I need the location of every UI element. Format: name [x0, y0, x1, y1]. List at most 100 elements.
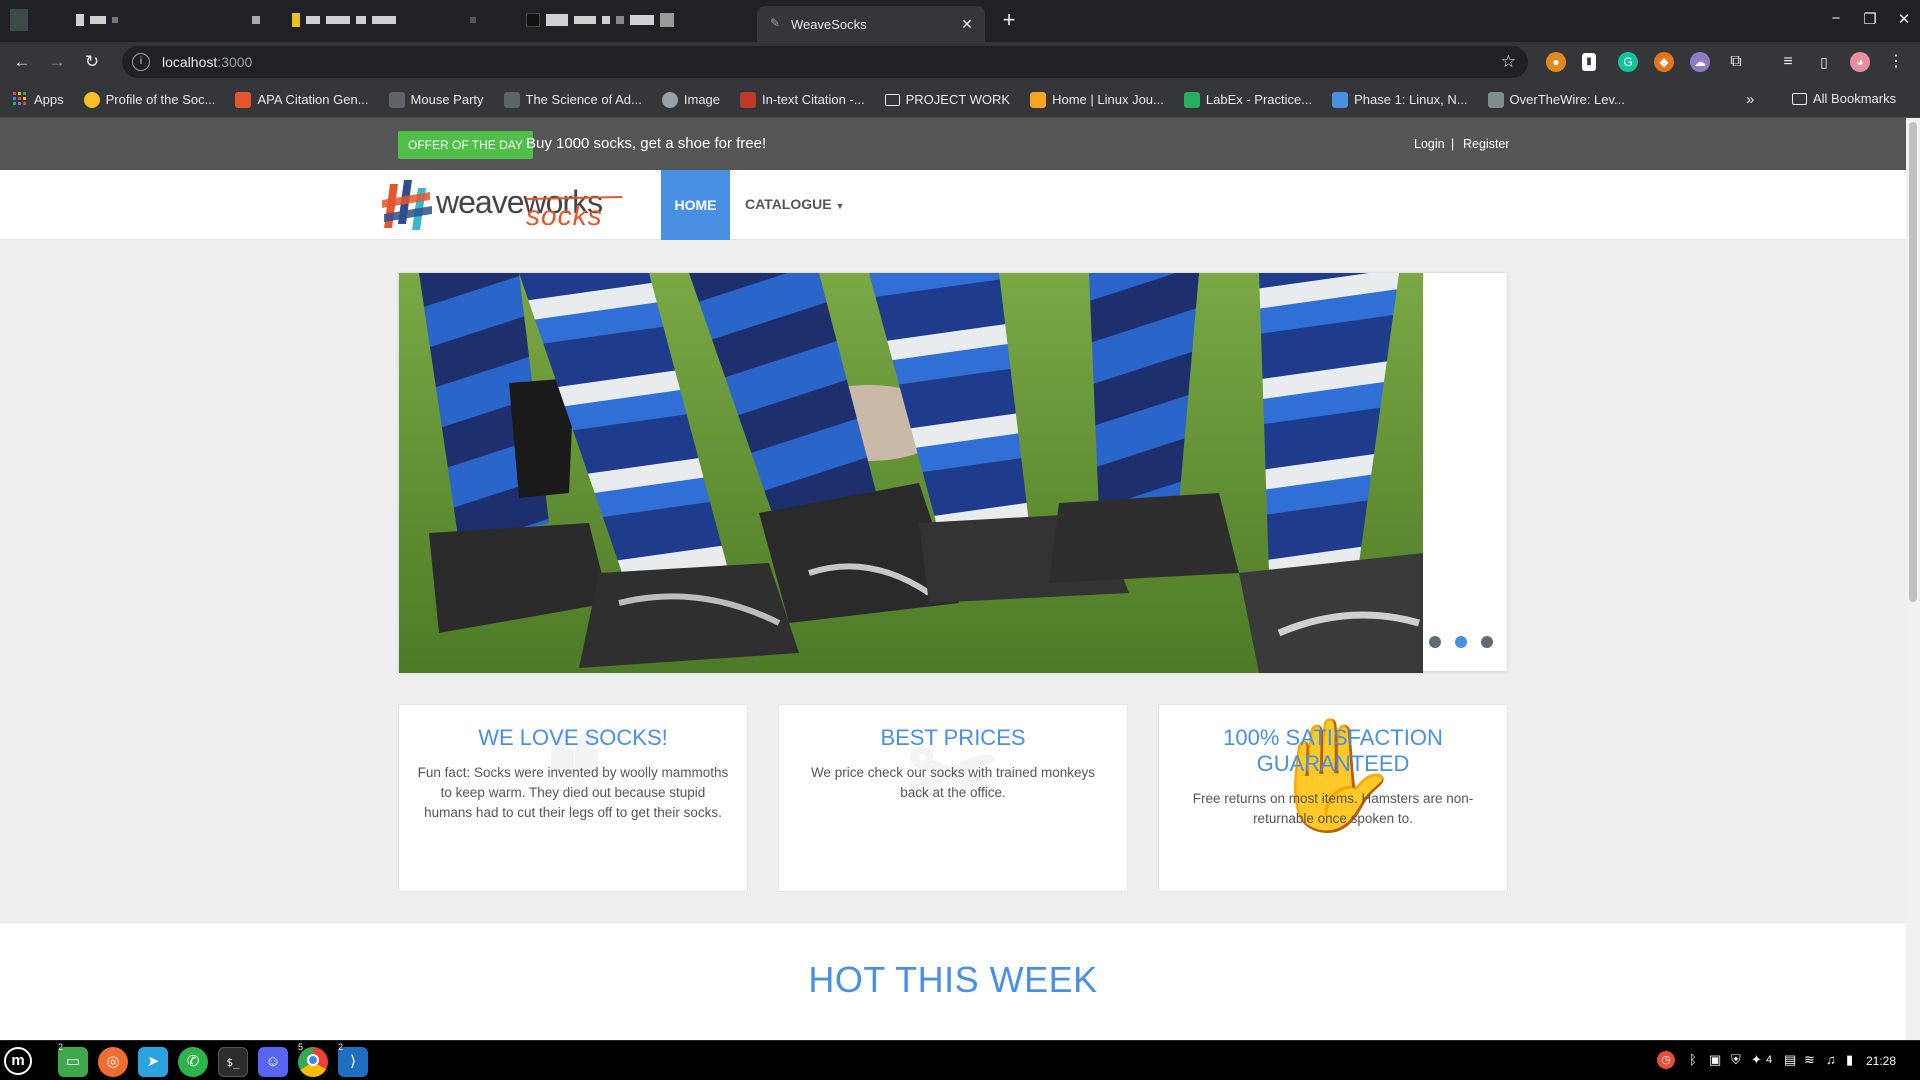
timeshift-tray-icon[interactable]: ◷ [1657, 1051, 1675, 1069]
bookmark-label: Home | Linux Jou... [1052, 92, 1164, 107]
login-register-separator: | [1451, 137, 1455, 151]
logo-wordmark-socks: socks [526, 200, 603, 231]
weaveworks-logo[interactable]: weaveworks socks [382, 178, 622, 232]
weaveworks-logo-mark-icon [382, 180, 432, 230]
side-panel-icon[interactable]: ▯ [1814, 52, 1834, 72]
discord-app-icon[interactable]: ☺ [258, 1047, 288, 1077]
wifi-icon[interactable]: ≋ [1804, 1052, 1815, 1068]
bookmark-label: Mouse Party [410, 92, 484, 107]
grammarly-icon[interactable]: G [1618, 52, 1638, 72]
register-link[interactable]: Register [1463, 137, 1510, 151]
whatsapp-app-icon[interactable]: ✆ [178, 1047, 208, 1077]
terminal-app-icon[interactable]: $_ [218, 1047, 248, 1077]
feature-card: ✋ 100% SATISFACTION GUARANTEED Free return… [1158, 704, 1508, 892]
bookmark-label: In-text Citation -... [762, 92, 865, 107]
site-info-icon[interactable]: i [132, 53, 150, 71]
logo-strike-line [526, 196, 622, 200]
nav-catalogue[interactable]: CATALOGUE ▼ [745, 196, 844, 212]
science-icon [503, 91, 520, 108]
firefox-app-icon[interactable]: ◎ [98, 1047, 128, 1077]
bookmark-item[interactable]: Profile of the Soc... [83, 91, 215, 108]
bookmark-item[interactable]: Image [661, 91, 720, 108]
bookmark-item[interactable]: The Science of Ad... [503, 91, 642, 108]
shield-icon[interactable]: ⛨ [1731, 1052, 1741, 1068]
bookmark-item[interactable]: Mouse Party [388, 91, 484, 108]
nav-catalogue-label: CATALOGUE [745, 196, 832, 212]
notification-icon[interactable]: ✦ [1751, 1052, 1762, 1068]
profile-avatar[interactable]: ◕ [1850, 52, 1870, 72]
vscode-badge: 2 [338, 1042, 344, 1052]
site-navbar: weaveworks socks HOME CATALOGUE ▼ [0, 170, 1906, 240]
carousel-dot[interactable] [1481, 636, 1493, 648]
bookmark-label: APA Citation Gen... [257, 92, 369, 107]
url-host: localhost [162, 54, 218, 70]
extension-cookie-icon[interactable]: ● [1546, 52, 1566, 72]
emoji-glasses-icon [83, 91, 100, 108]
caret-down-icon: ▼ [835, 201, 845, 211]
tab-weavesocks[interactable]: ✎ WeaveSocks ✕ [757, 6, 985, 42]
bookmarks-overflow-chevron-icon[interactable]: » [1746, 91, 1754, 108]
display-tray-icon[interactable]: ▤ [1784, 1052, 1796, 1068]
feature-text: Fun fact: Socks were invented by woolly … [417, 765, 729, 820]
background-tab[interactable] [252, 12, 260, 28]
restore-icon[interactable]: ❐ [1857, 10, 1883, 28]
page-scrollbar[interactable] [1906, 118, 1920, 1040]
bookmark-label: OverTheWire: Lev... [1509, 92, 1625, 107]
volume-level: 4 [1766, 1054, 1773, 1066]
music-note-icon[interactable]: ♫ [1826, 1052, 1836, 1067]
bookmark-label: PROJECT WORK [905, 92, 1011, 107]
nav-home[interactable]: HOME [661, 170, 730, 240]
scrollbar-thumb[interactable] [1909, 122, 1917, 602]
extension-ghost-icon[interactable]: ☁ [1690, 52, 1710, 72]
linux-mint-menu-icon[interactable]: m [4, 1047, 32, 1075]
reload-icon[interactable]: ↻ [80, 50, 104, 74]
all-bookmarks-label: All Bookmarks [1813, 91, 1897, 106]
background-tabs[interactable] [10, 9, 28, 31]
telegram-app-icon[interactable]: ➤ [138, 1047, 168, 1077]
back-arrow-icon[interactable]: ← [10, 50, 34, 74]
tab-title: WeaveSocks [791, 16, 867, 32]
bookmark-item[interactable]: PROJECT WORK [884, 92, 1011, 107]
hero-carousel[interactable] [398, 272, 1508, 673]
close-window-icon[interactable]: ✕ [1891, 10, 1917, 28]
citation-icon [235, 91, 252, 108]
folder-icon [884, 93, 900, 106]
bluetooth-icon[interactable]: ᛒ [1689, 1052, 1697, 1067]
forward-arrow-icon[interactable]: → [45, 50, 69, 74]
carousel-dot[interactable] [1429, 636, 1441, 648]
bookmark-item[interactable]: OverTheWire: Lev... [1487, 91, 1625, 108]
background-tab[interactable] [470, 12, 476, 28]
extensions-puzzle-icon[interactable]: ⧉ [1726, 52, 1746, 72]
page-viewport: OFFER OF THE DAY Buy 1000 socks, get a s… [0, 118, 1906, 1040]
offer-of-the-day-badge[interactable]: OFFER OF THE DAY [398, 131, 533, 159]
clipboard-tray-icon[interactable]: ▣ [1709, 1052, 1721, 1068]
clock[interactable]: 21:28 [1866, 1054, 1896, 1068]
login-link[interactable]: Login [1414, 137, 1445, 151]
bookmark-label: The Science of Ad... [525, 92, 642, 107]
minimize-icon[interactable]: − [1823, 10, 1849, 27]
bookmarks-bar: Apps Profile of the Soc... APA Citation Ge… [0, 82, 1920, 118]
background-tab[interactable] [76, 12, 118, 28]
background-tab[interactable] [526, 12, 674, 28]
all-bookmarks-button[interactable]: All Bookmarks [1792, 91, 1896, 106]
close-tab-icon[interactable]: ✕ [959, 16, 975, 33]
browser-toolbar: ← → ↻ i localhost:3000 ☆ ● ▮ G ◆ ☁ ⧉ ≡ ▯… [0, 42, 1920, 82]
bookmark-star-icon[interactable]: ☆ [1501, 52, 1516, 72]
mouse-icon [388, 91, 405, 108]
bookmark-item[interactable]: LabEx - Practice... [1183, 91, 1312, 108]
extension-clipboard-icon[interactable]: ▮ [1582, 53, 1596, 71]
bookmark-item[interactable]: Phase 1: Linux, N... [1332, 91, 1468, 108]
bookmark-item[interactable]: Home | Linux Jou... [1030, 91, 1164, 108]
address-bar[interactable]: i localhost:3000 ☆ [122, 46, 1528, 78]
media-queue-icon[interactable]: ≡ [1778, 52, 1798, 72]
bookmark-item[interactable]: Apps [12, 91, 64, 108]
new-tab-button[interactable]: + [996, 8, 1022, 32]
background-tab[interactable] [292, 12, 396, 28]
bookmark-item[interactable]: APA Citation Gen... [235, 91, 369, 108]
bookmark-item[interactable]: In-text Citation -... [740, 91, 865, 108]
offer-topbar: OFFER OF THE DAY Buy 1000 socks, get a s… [0, 118, 1906, 170]
battery-icon[interactable]: ▮ [1846, 1052, 1853, 1068]
metamask-fox-icon[interactable]: ◆ [1654, 52, 1674, 72]
chrome-menu-icon[interactable]: ⋮ [1886, 52, 1906, 72]
carousel-dot[interactable] [1455, 636, 1467, 648]
